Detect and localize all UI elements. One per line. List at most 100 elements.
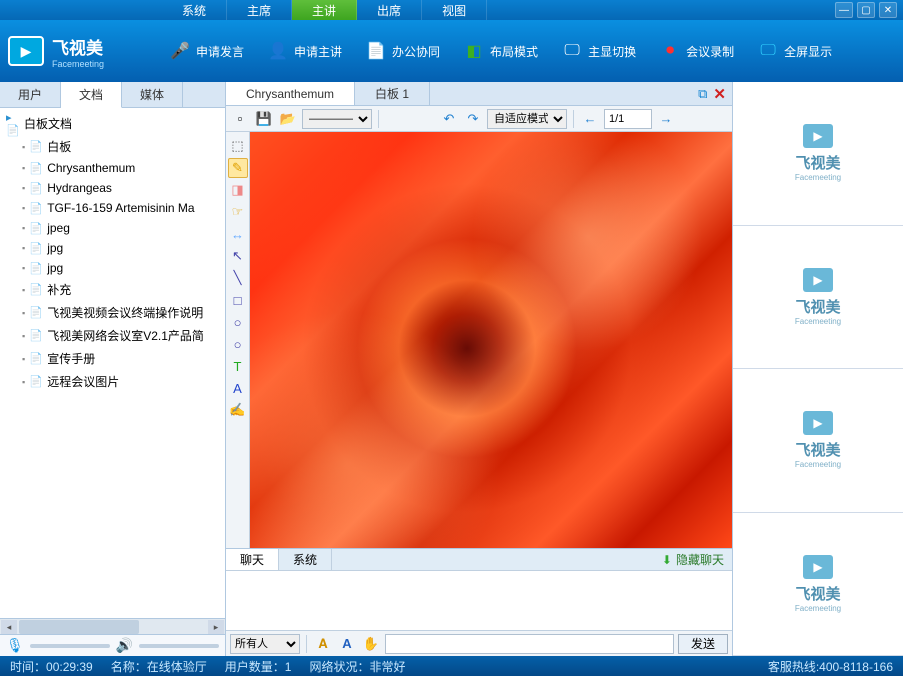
draw-tool-3[interactable]: ☞ [228, 202, 248, 222]
left-scrollbar[interactable]: ◂ ▸ [0, 618, 225, 634]
line-style-select[interactable]: ———— [302, 109, 372, 129]
tree-item[interactable]: ▪📄jpg [0, 238, 225, 258]
toolbar-btn-3[interactable]: ◧布局模式 [452, 33, 548, 69]
expand-icon: ▪ [22, 243, 25, 253]
draw-tool-2[interactable]: ◨ [228, 180, 248, 200]
app-logo: ▶ 飞视美 Facemeeting [8, 34, 158, 69]
undo-icon[interactable]: ↶ [439, 109, 459, 129]
mic-icon[interactable]: 🎙 [6, 637, 24, 654]
hide-chat-button[interactable]: ⬇ 隐藏聊天 [654, 549, 732, 570]
center-panel: Chrysanthemum 白板 1 ⧉ ✕ ▫ 💾 📂 ———— ↶ ↷ 自适… [226, 82, 733, 656]
document-canvas[interactable] [250, 132, 732, 548]
page-input[interactable] [604, 109, 652, 129]
menu-chair[interactable]: 主席 [227, 0, 292, 20]
left-tab-users[interactable]: 用户 [0, 82, 61, 107]
drawing-toolbox: ⬚✎◨☞↔↖╲□○○TA✍ [226, 132, 250, 548]
minimize-button[interactable]: — [835, 2, 853, 18]
tree-root[interactable]: ▸📄 白板文档 [0, 112, 225, 135]
chat-input[interactable] [385, 634, 674, 654]
draw-tool-5[interactable]: ↖ [228, 246, 248, 266]
tree-item[interactable]: ▪📄Hydrangeas [0, 178, 225, 198]
zoom-mode-select[interactable]: 自适应模式 [487, 109, 567, 129]
document-icon: 📄 [29, 181, 43, 195]
video-slot-4[interactable]: ▶飞视美Facemeeting [733, 513, 903, 657]
prev-page-icon[interactable]: ← [580, 109, 600, 129]
mic-level[interactable] [30, 644, 110, 648]
tree-item[interactable]: ▪📄jpeg [0, 218, 225, 238]
menu-view[interactable]: 视图 [422, 0, 487, 20]
toolbar-icon-5: ⏺ [658, 39, 682, 63]
draw-tool-11[interactable]: A [228, 378, 248, 398]
save-icon[interactable]: 💾 [254, 109, 274, 129]
toolbar-icon-4: 🖵 [560, 39, 584, 63]
doc-tab-1[interactable]: 白板 1 [355, 82, 430, 105]
chat-target-select[interactable]: 所有人 [230, 634, 300, 654]
draw-tool-6[interactable]: ╲ [228, 268, 248, 288]
tree-item[interactable]: ▪📄白板 [0, 135, 225, 158]
draw-tool-4[interactable]: ↔ [228, 224, 248, 244]
draw-tool-9[interactable]: ○ [228, 334, 248, 354]
draw-tool-1[interactable]: ✎ [228, 158, 248, 178]
toolbar-btn-0[interactable]: 🎤申请发言 [158, 33, 254, 69]
new-page-icon[interactable]: ▫ [230, 109, 250, 129]
draw-tool-0[interactable]: ⬚ [228, 136, 248, 156]
document-tree[interactable]: ▸📄 白板文档 ▪📄白板▪📄Chrysanthemum▪📄Hydrangeas▪… [0, 108, 225, 618]
tree-item[interactable]: ▪📄补充 [0, 278, 225, 301]
hand-icon[interactable]: ✋ [361, 634, 381, 654]
status-network: 非常好 [369, 660, 405, 674]
toolbar-btn-6[interactable]: 🖵全屏显示 [746, 33, 842, 69]
video-slot-3[interactable]: ▶飞视美Facemeeting [733, 369, 903, 513]
left-tab-media[interactable]: 媒体 [122, 82, 183, 107]
chat-panel: 聊天 系统 ⬇ 隐藏聊天 所有人 𝐀 A ✋ 发送 [226, 548, 732, 656]
tree-root-label: 白板文档 [24, 115, 72, 132]
open-icon[interactable]: 📂 [278, 109, 298, 129]
tree-item[interactable]: ▪📄飞视美网络会议室V2.1产品简 [0, 324, 225, 347]
next-page-icon[interactable]: → [656, 109, 676, 129]
document-toolbar: ▫ 💾 📂 ———— ↶ ↷ 自适应模式 ← → [226, 106, 732, 132]
video-slot-2[interactable]: ▶飞视美Facemeeting [733, 226, 903, 370]
document-icon: 📄 [29, 329, 43, 343]
close-window-button[interactable]: ✕ [879, 2, 897, 18]
draw-tool-7[interactable]: □ [228, 290, 248, 310]
font-color-icon[interactable]: A [337, 634, 357, 654]
toolbar-btn-4[interactable]: 🖵主显切换 [550, 33, 646, 69]
toolbar-btn-2[interactable]: 📄办公协同 [354, 33, 450, 69]
popout-icon[interactable]: ⧉ [698, 86, 707, 102]
menu-presenter[interactable]: 主讲 [292, 0, 357, 20]
toolbar-btn-1[interactable]: 👤申请主讲 [256, 33, 352, 69]
toolbar-icon-0: 🎤 [168, 39, 192, 63]
chat-tab-system[interactable]: 系统 [279, 549, 332, 570]
close-doc-icon[interactable]: ✕ [713, 85, 726, 103]
doc-tab-0[interactable]: Chrysanthemum [226, 82, 355, 105]
status-time: 00:29:39 [46, 660, 93, 674]
font-icon[interactable]: 𝐀 [313, 634, 333, 654]
draw-tool-12[interactable]: ✍ [228, 400, 248, 420]
status-hotline: 400-8118-166 [819, 660, 893, 674]
logo-text-cn: 飞视美 [52, 34, 104, 59]
toolbar-icon-3: ◧ [462, 39, 486, 63]
maximize-button[interactable]: ▢ [857, 2, 875, 18]
toolbar-icon-2: 📄 [364, 39, 388, 63]
chat-tab-chat[interactable]: 聊天 [226, 549, 279, 570]
expand-icon: ▪ [22, 183, 25, 193]
tree-item[interactable]: ▪📄飞视美视频会议终端操作说明 [0, 301, 225, 324]
tree-item[interactable]: ▪📄远程会议图片 [0, 370, 225, 393]
redo-icon[interactable]: ↷ [463, 109, 483, 129]
left-tab-docs[interactable]: 文档 [61, 82, 122, 108]
tree-item[interactable]: ▪📄Chrysanthemum [0, 158, 225, 178]
video-slot-1[interactable]: ▶飞视美Facemeeting [733, 82, 903, 226]
tree-item[interactable]: ▪📄jpg [0, 258, 225, 278]
document-icon: 📄 [29, 161, 43, 175]
speaker-icon[interactable]: 🔊 [116, 637, 133, 654]
tree-item[interactable]: ▪📄TGF-16-159 Artemisinin Ma [0, 198, 225, 218]
expand-icon: ▪ [22, 223, 25, 233]
menu-system[interactable]: 系统 [162, 0, 227, 20]
menu-attend[interactable]: 出席 [357, 0, 422, 20]
send-button[interactable]: 发送 [678, 634, 728, 654]
draw-tool-8[interactable]: ○ [228, 312, 248, 332]
toolbar-btn-5[interactable]: ⏺会议录制 [648, 33, 744, 69]
chat-messages[interactable] [226, 571, 732, 630]
draw-tool-10[interactable]: T [228, 356, 248, 376]
tree-item[interactable]: ▪📄宣传手册 [0, 347, 225, 370]
speaker-level[interactable] [139, 644, 219, 648]
